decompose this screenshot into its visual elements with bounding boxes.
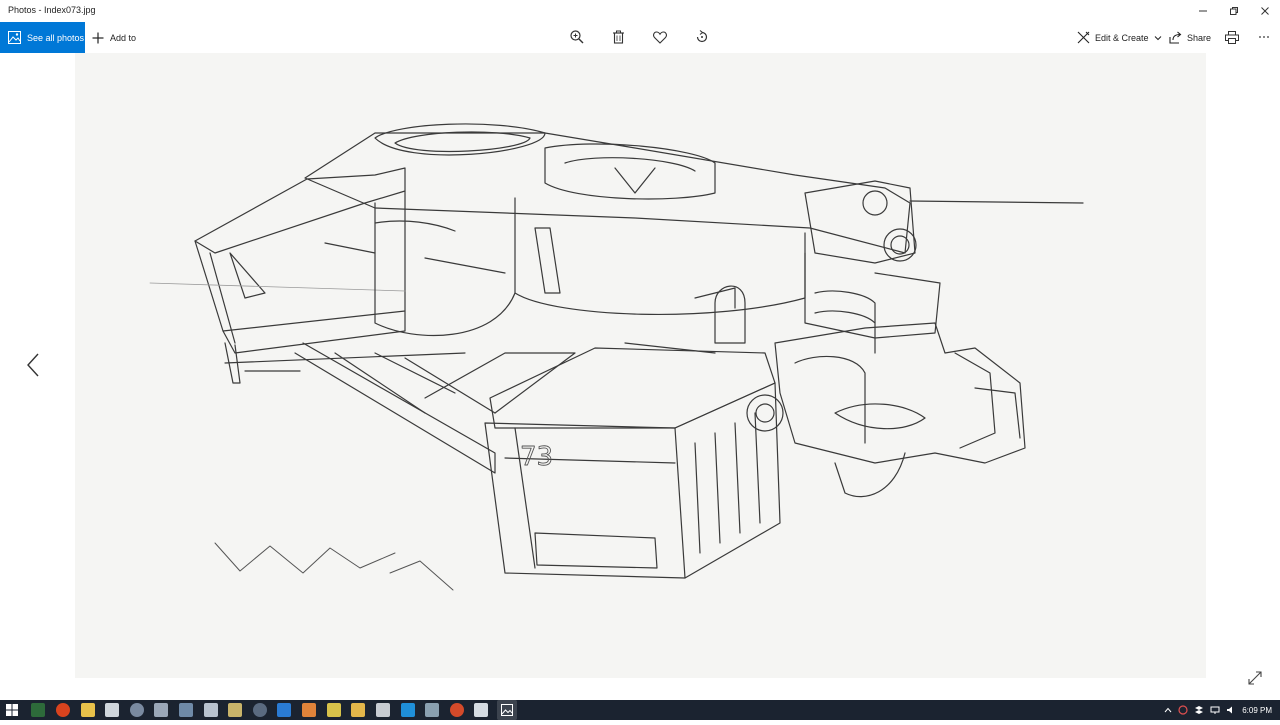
start-button[interactable] (5, 703, 19, 717)
more-button[interactable] (1256, 29, 1272, 45)
svg-text:73: 73 (520, 442, 553, 472)
taskbar-app-16[interactable] (401, 703, 415, 717)
taskbar-clock[interactable]: 6:09 PM (1242, 706, 1272, 715)
taskbar-app-18[interactable] (450, 703, 464, 717)
zoom-in-icon (570, 30, 584, 44)
delete-button[interactable] (610, 29, 626, 45)
taskbar-app-3[interactable] (81, 703, 95, 717)
taskbar-app-19[interactable] (474, 703, 488, 717)
chevron-up-icon[interactable] (1164, 707, 1172, 713)
taskbar-app-9[interactable] (228, 703, 242, 717)
trash-icon (612, 30, 624, 44)
window-title: Photos - Index073.jpg (8, 5, 96, 15)
taskbar: 6:09 PM (0, 700, 1280, 720)
chevron-left-icon (27, 353, 39, 377)
rotate-icon (696, 30, 708, 43)
volume-icon[interactable] (1226, 705, 1236, 715)
taskbar-app-5[interactable] (130, 703, 144, 717)
share-button[interactable]: Share (1169, 22, 1211, 53)
edit-create-icon (1077, 31, 1090, 44)
taskbar-app-17[interactable] (425, 703, 439, 717)
print-button[interactable] (1224, 29, 1240, 45)
toolbar: See all photos Add to Edit & Create Shar… (0, 22, 1280, 53)
previous-photo-button[interactable] (22, 350, 44, 380)
plus-icon (92, 32, 104, 43)
taskbar-app-7[interactable] (179, 703, 193, 717)
chevron-down-icon (1154, 35, 1161, 40)
network-icon[interactable] (1210, 705, 1220, 715)
expand-icon (1248, 671, 1262, 685)
antivirus-icon[interactable] (1178, 705, 1188, 715)
taskbar-app-12[interactable] (302, 703, 316, 717)
photo-canvas[interactable]: 73 (75, 53, 1206, 678)
edit-create-button[interactable]: Edit & Create (1077, 22, 1162, 53)
minimize-icon (1198, 10, 1207, 12)
window-controls (1187, 0, 1280, 22)
photos-app: Photos - Index073.jpg See all photos Add… (0, 0, 1280, 700)
taskbar-photos-app[interactable] (497, 700, 517, 720)
minimize-button[interactable] (1187, 0, 1218, 22)
taskbar-app-10[interactable] (253, 703, 267, 717)
rotate-button[interactable] (694, 29, 710, 45)
share-label: Share (1187, 32, 1212, 43)
zoom-button[interactable] (569, 29, 585, 45)
add-to-button[interactable]: Add to (92, 22, 136, 53)
see-all-photos-button[interactable]: See all photos (0, 22, 85, 53)
more-icon (1259, 36, 1269, 38)
edit-create-label: Edit & Create (1095, 32, 1149, 43)
restore-icon (1229, 7, 1238, 15)
share-icon (1169, 31, 1182, 44)
taskbar-app-2[interactable] (56, 703, 70, 717)
print-icon (1225, 30, 1239, 44)
see-all-photos-label: See all photos (27, 32, 85, 43)
title-bar: Photos - Index073.jpg (0, 0, 1280, 22)
heart-icon (653, 30, 667, 44)
full-screen-button[interactable] (1247, 670, 1263, 686)
close-icon (1260, 7, 1269, 15)
taskbar-app-14[interactable] (351, 703, 365, 717)
photos-icon (501, 704, 513, 716)
favorite-button[interactable] (652, 29, 668, 45)
taskbar-app-1[interactable] (31, 703, 45, 717)
photos-icon (8, 31, 21, 44)
close-button[interactable] (1249, 0, 1280, 22)
taskbar-app-4[interactable] (105, 703, 119, 717)
windows-logo-icon (6, 704, 18, 716)
taskbar-app-6[interactable] (154, 703, 168, 717)
add-to-label: Add to (110, 32, 137, 43)
taskbar-app-11[interactable] (277, 703, 291, 717)
sketch-image: 73 (75, 53, 1206, 678)
system-tray: 6:09 PM (1164, 700, 1272, 720)
taskbar-app-13[interactable] (327, 703, 341, 717)
taskbar-app-8[interactable] (204, 703, 218, 717)
restore-button[interactable] (1218, 0, 1249, 22)
dropbox-icon[interactable] (1194, 705, 1204, 715)
taskbar-app-15[interactable] (376, 703, 390, 717)
